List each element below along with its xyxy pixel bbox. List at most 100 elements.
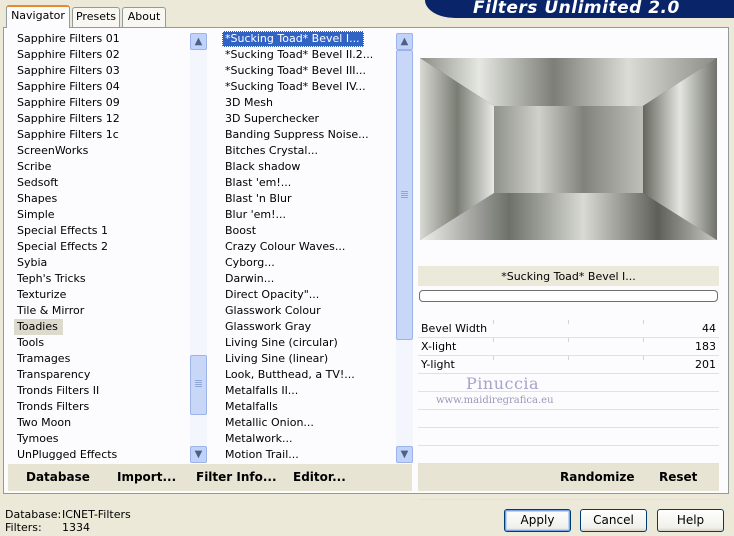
param-label: Y-light bbox=[421, 358, 455, 371]
param-empty-row bbox=[418, 374, 719, 392]
status-database-value: ICNET-Filters bbox=[62, 508, 131, 521]
filter-item[interactable]: Cyborg... bbox=[222, 255, 396, 271]
category-item[interactable]: Tramages bbox=[14, 351, 190, 367]
filter-item[interactable]: Crazy Colour Waves... bbox=[222, 239, 396, 255]
filter-info-button[interactable]: Filter Info... bbox=[196, 470, 277, 484]
cancel-button[interactable]: Cancel bbox=[580, 509, 647, 532]
filter-item[interactable]: Motion Trail... bbox=[222, 447, 396, 463]
param-empty-row bbox=[418, 428, 719, 446]
filter-item[interactable]: 3D Superchecker bbox=[222, 111, 396, 127]
left-button-bar: Database Import... Filter Info... Editor… bbox=[8, 464, 412, 491]
category-item[interactable]: Tronds Filters II bbox=[14, 383, 190, 399]
randomize-button[interactable]: Randomize bbox=[560, 470, 634, 484]
status-filters-value: 1334 bbox=[62, 521, 90, 534]
filter-item[interactable]: *Sucking Toad* Bevel I... bbox=[222, 31, 364, 47]
tab-navigator[interactable]: Navigator bbox=[6, 5, 70, 28]
filter-scrollbar[interactable]: ▲ ▼ bbox=[396, 33, 413, 463]
param-x-light[interactable]: X-light 183 bbox=[418, 338, 719, 356]
filter-item[interactable]: Direct Opacity"... bbox=[222, 287, 396, 303]
category-item[interactable]: Sapphire Filters 09 bbox=[14, 95, 190, 111]
category-item[interactable]: ScreenWorks bbox=[14, 143, 190, 159]
filter-name-label: *Sucking Toad* Bevel I... bbox=[501, 270, 636, 283]
help-button[interactable]: Help bbox=[657, 509, 724, 532]
status-database-label: Database: bbox=[5, 508, 62, 521]
param-y-light[interactable]: Y-light 201 bbox=[418, 356, 719, 374]
filter-item[interactable]: Glasswork Gray bbox=[222, 319, 396, 335]
param-bevel-width[interactable]: Bevel Width 44 bbox=[418, 320, 719, 338]
param-label: Bevel Width bbox=[421, 322, 488, 335]
filter-item[interactable]: Blast 'n Blur bbox=[222, 191, 396, 207]
filter-item[interactable]: Glasswork Colour bbox=[222, 303, 396, 319]
category-list[interactable]: Sapphire Filters 01 Sapphire Filters 02 Sa… bbox=[14, 31, 190, 463]
filter-item[interactable]: Metalfalls bbox=[222, 399, 396, 415]
filter-item[interactable]: 3D Mesh bbox=[222, 95, 396, 111]
category-item[interactable]: Tymoes bbox=[14, 431, 190, 447]
category-item[interactable]: Scribe bbox=[14, 159, 190, 175]
watermark-name: Pinuccia bbox=[466, 374, 540, 393]
filter-item[interactable]: Bitches Crystal... bbox=[222, 143, 396, 159]
filter-item[interactable]: Living Sine (circular) bbox=[222, 335, 396, 351]
filter-item[interactable]: Boost bbox=[222, 223, 396, 239]
reset-button[interactable]: Reset bbox=[659, 470, 697, 484]
category-item[interactable]: Tile & Mirror bbox=[14, 303, 190, 319]
tab-about[interactable]: About bbox=[122, 7, 166, 27]
scroll-up-button[interactable]: ▲ bbox=[190, 33, 207, 50]
status-filters: Filters: 1334 bbox=[5, 521, 90, 534]
filter-item[interactable]: *Sucking Toad* Bevel IV... bbox=[222, 79, 396, 95]
param-value: 44 bbox=[702, 322, 716, 335]
scroll-thumb[interactable] bbox=[396, 50, 413, 340]
status-filters-label: Filters: bbox=[5, 521, 42, 534]
import-button[interactable]: Import... bbox=[117, 470, 176, 484]
filter-item[interactable]: Look, Butthead, a TV!... bbox=[222, 367, 396, 383]
scroll-down-button[interactable]: ▼ bbox=[190, 446, 207, 463]
category-scrollbar[interactable]: ▲ ▼ bbox=[190, 33, 207, 463]
category-item[interactable]: Sapphire Filters 03 bbox=[14, 63, 190, 79]
category-item[interactable]: Special Effects 1 bbox=[14, 223, 190, 239]
filter-item[interactable]: Metallic Onion... bbox=[222, 415, 396, 431]
filter-item[interactable]: Metalwork... bbox=[222, 431, 396, 447]
category-item[interactable]: Teph's Tricks bbox=[14, 271, 190, 287]
filter-item[interactable]: Darwin... bbox=[222, 271, 396, 287]
param-value: 183 bbox=[695, 340, 716, 353]
category-item[interactable]: Simple bbox=[14, 207, 190, 223]
filter-item[interactable]: Blur 'em!... bbox=[222, 207, 396, 223]
filter-item[interactable]: *Sucking Toad* Bevel II.2... bbox=[222, 47, 396, 63]
category-item[interactable]: Toadies bbox=[14, 319, 63, 335]
category-item[interactable]: UnPlugged Effects bbox=[14, 447, 190, 463]
filter-list[interactable]: *Sucking Toad* Bevel I... *Sucking Toad* … bbox=[222, 31, 396, 463]
category-item[interactable]: Two Moon bbox=[14, 415, 190, 431]
tab-presets[interactable]: Presets bbox=[72, 7, 120, 27]
progress-bar bbox=[419, 290, 718, 302]
scroll-up-button[interactable]: ▲ bbox=[396, 33, 413, 50]
category-item[interactable]: Sapphire Filters 02 bbox=[14, 47, 190, 63]
category-item[interactable]: Sapphire Filters 1c bbox=[14, 127, 190, 143]
category-item[interactable]: Sedsoft bbox=[14, 175, 190, 191]
category-item[interactable]: Sapphire Filters 04 bbox=[14, 79, 190, 95]
database-button[interactable]: Database bbox=[26, 470, 90, 484]
category-item[interactable]: Sapphire Filters 01 bbox=[14, 31, 190, 47]
filter-item[interactable]: Banding Suppress Noise... bbox=[222, 127, 396, 143]
category-item[interactable]: Tools bbox=[14, 335, 190, 351]
category-item[interactable]: Texturize bbox=[14, 287, 190, 303]
param-empty-row bbox=[418, 410, 719, 428]
status-database: Database: ICNET-Filters bbox=[5, 508, 131, 521]
param-empty-row bbox=[418, 446, 719, 464]
filter-item[interactable]: Black shadow bbox=[222, 159, 396, 175]
category-item[interactable]: Special Effects 2 bbox=[14, 239, 190, 255]
filter-item[interactable]: Blast 'em!... bbox=[222, 175, 396, 191]
category-item[interactable]: Tronds Filters bbox=[14, 399, 190, 415]
category-item[interactable]: Sybia bbox=[14, 255, 190, 271]
category-item[interactable]: Shapes bbox=[14, 191, 190, 207]
watermark-url: www.maidiregrafica.eu bbox=[436, 395, 554, 406]
scroll-thumb[interactable] bbox=[190, 355, 207, 415]
scroll-down-button[interactable]: ▼ bbox=[396, 446, 413, 463]
filter-item[interactable]: *Sucking Toad* Bevel III... bbox=[222, 63, 396, 79]
apply-button[interactable]: Apply bbox=[504, 509, 571, 532]
category-item[interactable]: Sapphire Filters 12 bbox=[14, 111, 190, 127]
category-item[interactable]: Transparency bbox=[14, 367, 190, 383]
editor-button[interactable]: Editor... bbox=[293, 470, 346, 484]
filter-item[interactable]: Metalfalls II... bbox=[222, 383, 396, 399]
filter-item[interactable]: Living Sine (linear) bbox=[222, 351, 396, 367]
param-value: 201 bbox=[695, 358, 716, 371]
param-label: X-light bbox=[421, 340, 457, 353]
